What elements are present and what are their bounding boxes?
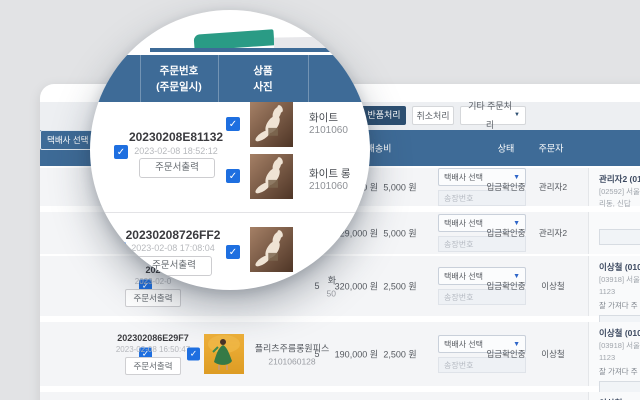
product-code: 2101060 xyxy=(309,125,348,136)
magnified-header-photo: 상품 사진 xyxy=(218,63,308,96)
orderer-detail-cell: 관리자2 (01 [02592] 서울 리동, 신답 요구사항은 xyxy=(588,168,640,206)
header-edge-fragment xyxy=(150,48,350,52)
return-process-tab[interactable]: 반품처리 xyxy=(362,106,406,125)
memo-input[interactable] xyxy=(599,229,640,245)
chevron-down-icon: ▼ xyxy=(514,106,520,125)
product-photo xyxy=(250,102,293,147)
other-actions-dropdown[interactable]: 기타 주문처리 ▼ xyxy=(460,106,526,125)
table-row: 202 2023-02-0 주문서출력 화 50 5 320,000 원 2,5… xyxy=(40,256,640,316)
print-order-button[interactable]: 주문서출력 xyxy=(125,357,180,375)
print-order-button[interactable]: 주문서출력 xyxy=(125,289,180,307)
quantity-cell: 5 xyxy=(306,349,328,359)
other-actions-label: 기타 주문처리 xyxy=(466,97,514,135)
status-cell: 입금확인중 xyxy=(480,348,532,360)
product-checkbox[interactable] xyxy=(226,117,240,131)
amount-cell: 190,000 원 xyxy=(326,348,378,361)
orderer-address: [03918] 서울 xyxy=(599,341,640,351)
magnified-table-header: 주문번호 (주문일시) 상품 사진 xyxy=(90,55,370,102)
orderer-memo: 잘 가져다 주 xyxy=(599,300,640,311)
shipping-cell: 2,500 원 xyxy=(382,348,418,361)
order-number: 20230208E81132 xyxy=(121,130,231,144)
order-date: 2023-02-08 18:52:12 xyxy=(121,146,231,156)
product-name: 화이트 롱 xyxy=(309,166,351,181)
print-order-button[interactable]: 주문서출력 xyxy=(136,256,212,276)
table-row: 202302086E29F7 2023-02-08 16:50:47 주문서출력… xyxy=(40,322,640,386)
orderer-cell: 이상철 xyxy=(530,280,576,292)
courier-select-label: 택배사 선택 xyxy=(444,339,483,350)
courier-select-label: 택배사 선택 xyxy=(444,218,483,229)
chevron-down-icon: ▼ xyxy=(513,220,520,227)
orderer-detail-cell: 이상철 (010 xyxy=(588,392,640,400)
print-order-button[interactable]: 주문서출력 xyxy=(139,158,215,178)
orderer-memo: 잘 가져다 주 xyxy=(599,366,640,377)
order-cell: 202302086E29F7 2023-02-08 16:50:47 주문서출력 xyxy=(114,333,192,375)
table-row: 이상철 (010 xyxy=(40,392,640,400)
header-status: 상태 xyxy=(480,142,532,155)
courier-select-label: 택배사 선택 xyxy=(444,172,483,183)
screenshot-stage: 반품처리 취소처리 기타 주문처리 ▼ 금액 배송비 택배사 선택 ▼ 상태 주… xyxy=(0,0,640,400)
shipping-cell: 2,500 원 xyxy=(382,280,418,293)
orderer-address: [02592] 서울 xyxy=(599,187,640,197)
cancel-process-tab[interactable]: 취소처리 xyxy=(412,106,454,125)
product-code: 2101060 xyxy=(309,181,348,192)
chevron-down-icon: ▼ xyxy=(513,273,520,280)
shipping-cell: 5,000 원 xyxy=(382,227,418,240)
order-date: 2023-02-08 17:08:04 xyxy=(118,243,228,253)
chevron-down-icon: ▼ xyxy=(513,174,520,181)
quantity-cell: 5 xyxy=(306,281,328,291)
orderer-detail-name: 이상철 (010 xyxy=(599,261,640,273)
order-number: 20230208726FF2 xyxy=(118,228,228,242)
status-cell: 입금확인중 xyxy=(480,227,532,239)
product-name: 화이트 xyxy=(309,110,338,125)
orderer-address: 1123 xyxy=(599,287,640,297)
orderer-detail-name: 이상철 (010 xyxy=(599,327,640,339)
courier-select-label: 택배사 선택 xyxy=(444,271,483,282)
orderer-address: 1123 xyxy=(599,353,640,363)
product-checkbox[interactable] xyxy=(226,245,240,259)
shipping-cell: 5,000 원 xyxy=(382,181,418,194)
orderer-cell: 이상철 xyxy=(530,348,576,360)
orderer-detail-name: 관리자2 (01 xyxy=(599,173,640,185)
status-cell: 입금확인중 xyxy=(480,181,532,193)
product-photo xyxy=(250,227,293,272)
orderer-detail-cell xyxy=(588,212,640,254)
amount-cell: 320,000 원 xyxy=(326,280,378,293)
product-photo xyxy=(204,334,244,374)
product-checkbox[interactable] xyxy=(187,348,200,361)
magnified-header-order: 주문번호 (주문일시) xyxy=(140,63,218,96)
row-divider xyxy=(98,212,362,213)
product-checkbox[interactable] xyxy=(226,169,240,183)
order-number: 202302086E29F7 xyxy=(114,333,192,343)
orderer-detail-cell: 이상철 (010 [03918] 서울 1123 잘 가져다 주 xyxy=(588,256,640,316)
status-cell: 입금확인중 xyxy=(480,280,532,292)
orderer-cell: 관리자2 xyxy=(530,181,576,193)
orderer-address: [03918] 서울 xyxy=(599,275,640,285)
magnifier-circle: 주문번호 (주문일시) 상품 사진 20230208E81132 2023-02… xyxy=(90,10,370,290)
header-orderer: 주문자 xyxy=(526,142,576,155)
orderer-cell: 관리자2 xyxy=(530,227,576,239)
orderer-detail-cell: 이상철 (010 [03918] 서울 1123 잘 가져다 주 xyxy=(588,322,640,386)
chevron-down-icon: ▼ xyxy=(513,341,520,348)
order-date: 2023-02-08 16:50:47 xyxy=(114,345,192,354)
product-photo xyxy=(250,154,293,199)
header-courier-label: 택배사 선택 xyxy=(47,134,88,146)
orderer-address: 리동, 신답 xyxy=(599,199,640,209)
